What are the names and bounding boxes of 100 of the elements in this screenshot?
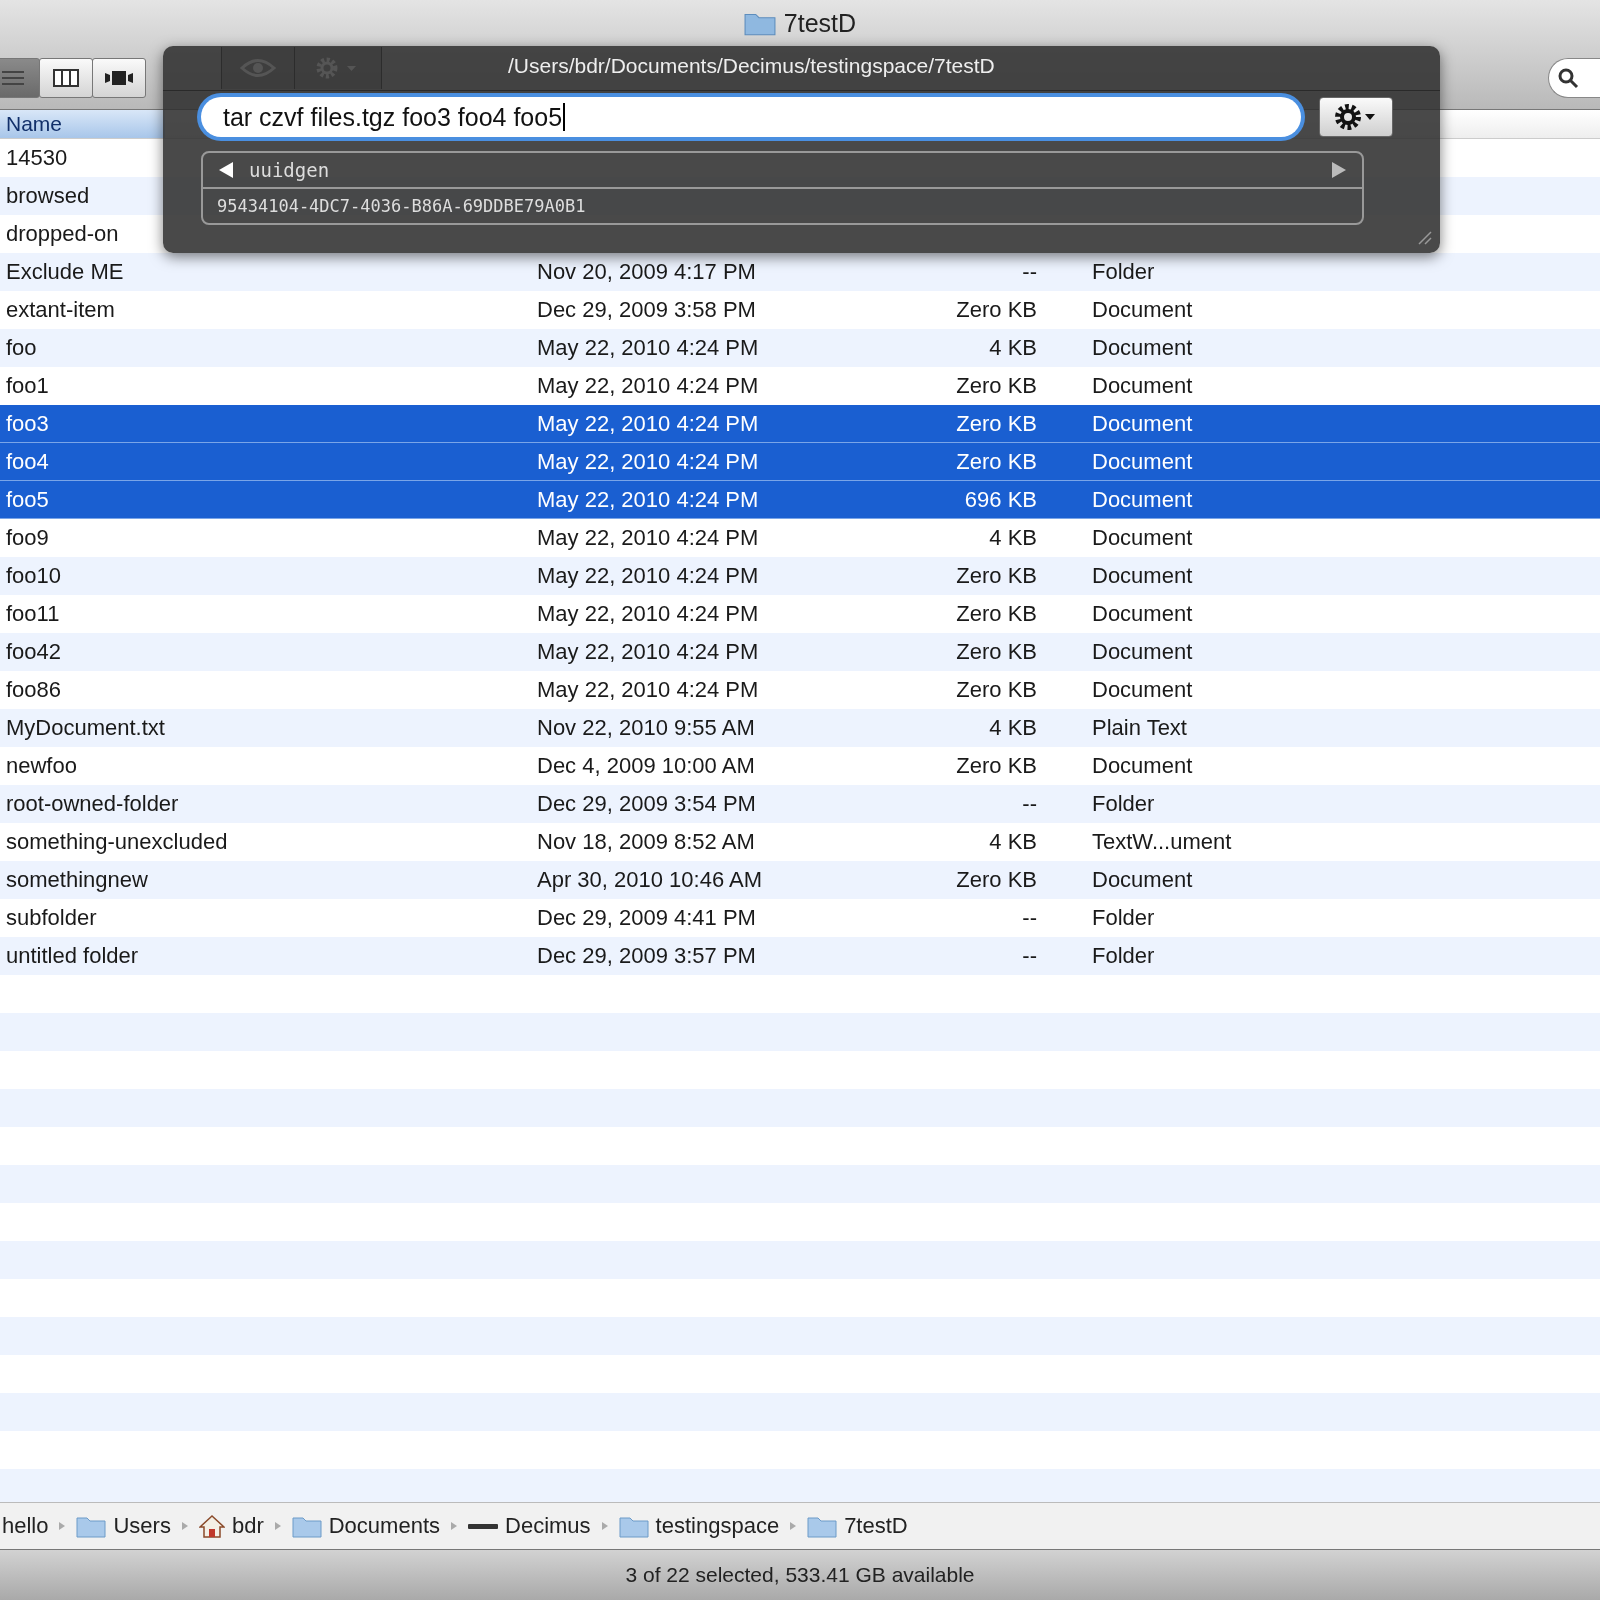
view-button[interactable] [92, 57, 146, 98]
file-size: -- [1022, 259, 1037, 284]
file-size: 4 KB [989, 715, 1037, 740]
file-size: 4 KB [989, 525, 1037, 550]
chevron-icon [600, 1521, 609, 1531]
search-icon [1557, 66, 1579, 89]
file-kind: Document [1092, 677, 1193, 702]
file-size: Zero KB [956, 601, 1037, 626]
left-arrow-icon[interactable] [217, 161, 235, 179]
folder-icon [807, 1514, 838, 1538]
file-name: somethingnew [6, 867, 148, 892]
path-item[interactable]: bdr [198, 1513, 264, 1539]
file-kind: TextW...ument [1092, 829, 1232, 854]
file-size: Zero KB [956, 563, 1037, 588]
path-item[interactable]: 7testD [807, 1513, 908, 1539]
path-item[interactable]: Documents [291, 1513, 440, 1539]
file-size: Zero KB [956, 297, 1037, 322]
drive-icon [468, 1521, 498, 1531]
date-modified: May 22, 2010 4:24 PM [537, 601, 759, 626]
file-kind: Document [1092, 448, 1193, 474]
date-modified: Nov 18, 2009 8:52 AM [537, 829, 755, 854]
file-name: extant-item [6, 297, 115, 322]
column-header[interactable]: Name [0, 110, 165, 138]
folder-icon [618, 1514, 649, 1538]
file-row[interactable]: foo42 May 22, 2010 4:24 PM Zero KB Document [0, 633, 1600, 671]
file-name: foo86 [6, 677, 62, 702]
path-item[interactable]: Users [76, 1513, 171, 1539]
file-name: Exclude ME [6, 259, 124, 284]
view-button[interactable] [39, 57, 93, 98]
file-kind: Document [1092, 867, 1193, 892]
folder-icon [291, 1514, 322, 1538]
file-kind: Plain Text [1092, 715, 1187, 740]
file-name: foo4 [6, 448, 49, 474]
date-modified: Nov 22, 2010 9:55 AM [537, 715, 755, 740]
file-row[interactable]: foo5 May 22, 2010 4:24 PM 696 KB Document [0, 481, 1600, 519]
file-name: MyDocument.txt [6, 715, 165, 740]
file-row[interactable]: untitled folder Dec 29, 2009 3:57 PM -- Folder [0, 937, 1600, 975]
file-size: -- [1022, 943, 1037, 968]
date-modified: May 22, 2010 4:24 PM [537, 448, 759, 474]
file-name: foo11 [6, 601, 60, 626]
file-name: untitled folder [6, 943, 139, 968]
date-modified: May 22, 2010 4:24 PM [537, 335, 759, 360]
file-size: Zero KB [956, 373, 1037, 398]
path-item[interactable]: Decimus [468, 1513, 591, 1539]
file-size: -- [1022, 905, 1037, 930]
columns-view-icon [53, 68, 79, 87]
path-item[interactable]: hello [2, 1513, 49, 1539]
search-field[interactable] [1548, 57, 1600, 98]
chevron-icon [180, 1521, 189, 1531]
list-view-icon [2, 68, 24, 87]
file-row[interactable]: foo10 May 22, 2010 4:24 PM Zero KB Document [0, 557, 1600, 595]
file-row[interactable]: foo3 May 22, 2010 4:24 PM Zero KB Document [0, 405, 1600, 443]
file-name: foo10 [6, 563, 62, 588]
file-name: foo3 [6, 410, 49, 436]
file-kind: Document [1092, 563, 1193, 588]
file-size: Zero KB [956, 448, 1037, 474]
file-row[interactable]: somethingnew Apr 30, 2010 10:46 AM Zero KB Document [0, 861, 1600, 899]
file-row[interactable]: Exclude ME Nov 20, 2009 4:17 PM -- Folder [0, 253, 1600, 291]
file-row[interactable]: root-owned-folder Dec 29, 2009 3:54 PM -- Folder [0, 785, 1600, 823]
file-kind: Document [1092, 410, 1193, 436]
chevron-icon [450, 1521, 458, 1531]
date-modified: Dec 29, 2009 3:58 PM [537, 297, 756, 322]
file-kind: Folder [1092, 943, 1155, 968]
house-icon [198, 1514, 225, 1538]
folder-icon [76, 1514, 107, 1538]
file-size: -- [1022, 791, 1037, 816]
cover-flow-icon [104, 68, 134, 87]
file-name: subfolder [6, 905, 97, 930]
history-command: uuidgen [249, 159, 330, 181]
file-kind: Document [1092, 639, 1193, 664]
file-size: Zero KB [956, 639, 1037, 664]
date-modified: Apr 30, 2010 10:46 AM [537, 867, 763, 892]
date-modified: Dec 29, 2009 3:57 PM [537, 943, 756, 968]
path-item[interactable]: testingspace [618, 1513, 780, 1539]
file-kind: Document [1092, 373, 1193, 398]
eye-icon [240, 57, 276, 79]
file-name: foo9 [6, 525, 49, 550]
date-modified: Dec 29, 2009 4:41 PM [537, 905, 756, 930]
file-row[interactable]: MyDocument.txt Nov 22, 2010 9:55 AM 4 KB Plain Text [0, 709, 1600, 747]
date-modified: May 22, 2010 4:24 PM [537, 639, 759, 664]
file-name: foo5 [6, 486, 49, 512]
date-modified: Dec 4, 2009 10:00 AM [537, 753, 755, 778]
file-name: foo [6, 335, 37, 360]
date-modified: May 22, 2010 4:24 PM [537, 486, 759, 512]
right-arrow-icon[interactable] [1330, 161, 1348, 179]
file-size: Zero KB [956, 677, 1037, 702]
file-size: Zero KB [956, 867, 1037, 892]
view-button[interactable] [0, 57, 40, 98]
action-menu-button[interactable] [1319, 97, 1393, 137]
file-kind: Document [1092, 753, 1193, 778]
file-size: 696 KB [964, 486, 1037, 512]
file-kind: Folder [1092, 259, 1155, 284]
command-output: 95434104-4DC7-4036-B86A-69DDBE79A0B1 [217, 196, 586, 216]
file-row[interactable]: foo May 22, 2010 4:24 PM 4 KB Document [0, 329, 1600, 367]
date-modified: May 22, 2010 4:24 PM [537, 373, 759, 398]
date-modified: May 22, 2010 4:24 PM [537, 525, 759, 550]
file-row[interactable]: foo4 May 22, 2010 4:24 PM Zero KB Document [0, 443, 1600, 481]
chevron-icon [58, 1521, 67, 1531]
date-modified: Nov 20, 2009 4:17 PM [537, 259, 756, 284]
file-name: dropped-on [6, 221, 119, 246]
